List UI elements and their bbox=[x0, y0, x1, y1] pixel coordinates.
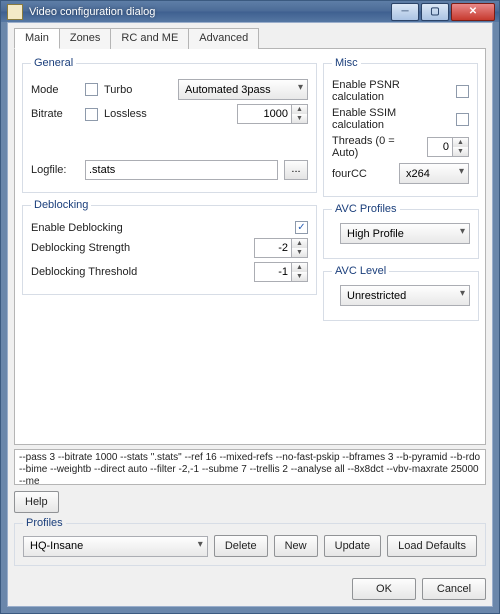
logfile-label: Logfile: bbox=[31, 164, 79, 176]
deblocking-threshold-arrows[interactable]: ▲▼ bbox=[292, 262, 308, 282]
deblocking-threshold-input[interactable] bbox=[254, 262, 292, 282]
deblocking-strength-arrows[interactable]: ▲▼ bbox=[292, 238, 308, 258]
lossless-label: Lossless bbox=[104, 108, 147, 120]
general-legend: General bbox=[31, 57, 76, 69]
misc-legend: Misc bbox=[332, 57, 361, 69]
profiles-legend: Profiles bbox=[23, 517, 66, 529]
profiles-dropdown[interactable]: HQ-Insane bbox=[23, 536, 208, 557]
logfile-input[interactable] bbox=[85, 160, 278, 180]
bitrate-arrows[interactable]: ▲▼ bbox=[292, 104, 308, 124]
delete-button[interactable]: Delete bbox=[214, 535, 268, 557]
dialog-footer: OK Cancel bbox=[14, 578, 486, 600]
threads-input[interactable] bbox=[427, 137, 453, 157]
tab-rc-me[interactable]: RC and ME bbox=[110, 28, 189, 49]
logfile-browse-button[interactable]: ... bbox=[284, 160, 308, 180]
deblocking-threshold-label: Deblocking Threshold bbox=[31, 266, 137, 278]
threads-spinner[interactable]: ▲▼ bbox=[427, 137, 469, 157]
ok-button[interactable]: OK bbox=[352, 578, 416, 600]
avc-level-dropdown[interactable]: Unrestricted bbox=[340, 285, 470, 306]
app-icon bbox=[7, 4, 23, 20]
tab-zones[interactable]: Zones bbox=[59, 28, 112, 49]
deblocking-strength-spinner[interactable]: ▲▼ bbox=[254, 238, 308, 258]
update-button[interactable]: Update bbox=[324, 535, 381, 557]
client-area: Main Zones RC and ME Advanced General Mo… bbox=[7, 22, 493, 607]
tab-main[interactable]: Main bbox=[14, 28, 60, 49]
titlebar[interactable]: Video configuration dialog ─ ▢ ✕ bbox=[1, 1, 499, 22]
mode-dropdown[interactable]: Automated 3pass bbox=[178, 79, 308, 100]
commandline-output[interactable]: --pass 3 --bitrate 1000 --stats ".stats"… bbox=[14, 449, 486, 485]
load-defaults-button[interactable]: Load Defaults bbox=[387, 535, 477, 557]
turbo-checkbox[interactable] bbox=[85, 83, 98, 96]
window-buttons: ─ ▢ ✕ bbox=[391, 3, 499, 21]
deblocking-legend: Deblocking bbox=[31, 199, 91, 211]
deblocking-group: Deblocking Enable Deblocking ✓ Deblockin… bbox=[22, 199, 317, 295]
tab-strip: Main Zones RC and ME Advanced bbox=[14, 27, 486, 49]
threads-label: Threads (0 = Auto) bbox=[332, 135, 422, 159]
psnr-label: Enable PSNR calculation bbox=[332, 79, 451, 103]
deblocking-threshold-spinner[interactable]: ▲▼ bbox=[254, 262, 308, 282]
threads-arrows[interactable]: ▲▼ bbox=[453, 137, 469, 157]
cancel-button[interactable]: Cancel bbox=[422, 578, 486, 600]
mode-value: Automated 3pass bbox=[185, 84, 271, 96]
avc-profiles-group: AVC Profiles High Profile bbox=[323, 203, 479, 259]
psnr-checkbox[interactable] bbox=[456, 85, 469, 98]
deblocking-strength-input[interactable] bbox=[254, 238, 292, 258]
ssim-checkbox[interactable] bbox=[456, 113, 469, 126]
window-title: Video configuration dialog bbox=[29, 6, 391, 18]
profiles-group: Profiles HQ-Insane Delete New Update Loa… bbox=[14, 517, 486, 566]
general-group: General Mode Turbo Automated 3pass Bitra… bbox=[22, 57, 317, 193]
bitrate-spinner[interactable]: ▲▼ bbox=[237, 104, 308, 124]
minimize-button[interactable]: ─ bbox=[391, 3, 419, 21]
maximize-button[interactable]: ▢ bbox=[421, 3, 449, 21]
close-button[interactable]: ✕ bbox=[451, 3, 495, 21]
window: Video configuration dialog ─ ▢ ✕ Main Zo… bbox=[0, 0, 500, 614]
tab-page-main: General Mode Turbo Automated 3pass Bitra… bbox=[14, 49, 486, 445]
profiles-value: HQ-Insane bbox=[30, 540, 83, 552]
avc-level-value: Unrestricted bbox=[347, 290, 406, 302]
fourcc-dropdown[interactable]: x264 bbox=[399, 163, 469, 184]
enable-deblocking-label: Enable Deblocking bbox=[31, 222, 123, 234]
help-button[interactable]: Help bbox=[14, 491, 59, 513]
avc-profile-dropdown[interactable]: High Profile bbox=[340, 223, 470, 244]
avc-level-group: AVC Level Unrestricted bbox=[323, 265, 479, 321]
avc-profile-value: High Profile bbox=[347, 228, 404, 240]
fourcc-label: fourCC bbox=[332, 168, 394, 180]
ssim-label: Enable SSIM calculation bbox=[332, 107, 451, 131]
enable-deblocking-checkbox[interactable]: ✓ bbox=[295, 221, 308, 234]
lossless-checkbox[interactable] bbox=[85, 108, 98, 121]
misc-group: Misc Enable PSNR calculation Enable SSIM… bbox=[323, 57, 478, 197]
turbo-label: Turbo bbox=[104, 84, 132, 96]
avc-level-legend: AVC Level bbox=[332, 265, 389, 277]
fourcc-value: x264 bbox=[406, 168, 430, 180]
new-button[interactable]: New bbox=[274, 535, 318, 557]
tab-advanced[interactable]: Advanced bbox=[188, 28, 259, 49]
bitrate-label: Bitrate bbox=[31, 108, 79, 120]
avc-profiles-legend: AVC Profiles bbox=[332, 203, 400, 215]
mode-label: Mode bbox=[31, 84, 79, 96]
bitrate-input[interactable] bbox=[237, 104, 292, 124]
deblocking-strength-label: Deblocking Strength bbox=[31, 242, 130, 254]
